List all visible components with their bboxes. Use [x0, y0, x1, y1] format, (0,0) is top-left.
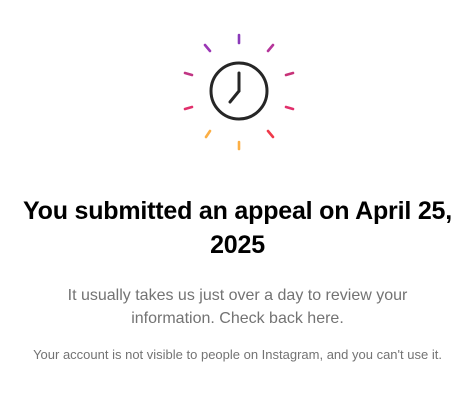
appeal-status-illustration	[180, 26, 298, 154]
appeal-title: You submitted an appeal on April 25, 202…	[23, 197, 452, 259]
clock-icon	[183, 33, 295, 151]
account-visibility-note: Your account is not visible to people on…	[33, 347, 442, 362]
appeal-review-time-text: It usually takes us just over a day to r…	[67, 287, 408, 327]
